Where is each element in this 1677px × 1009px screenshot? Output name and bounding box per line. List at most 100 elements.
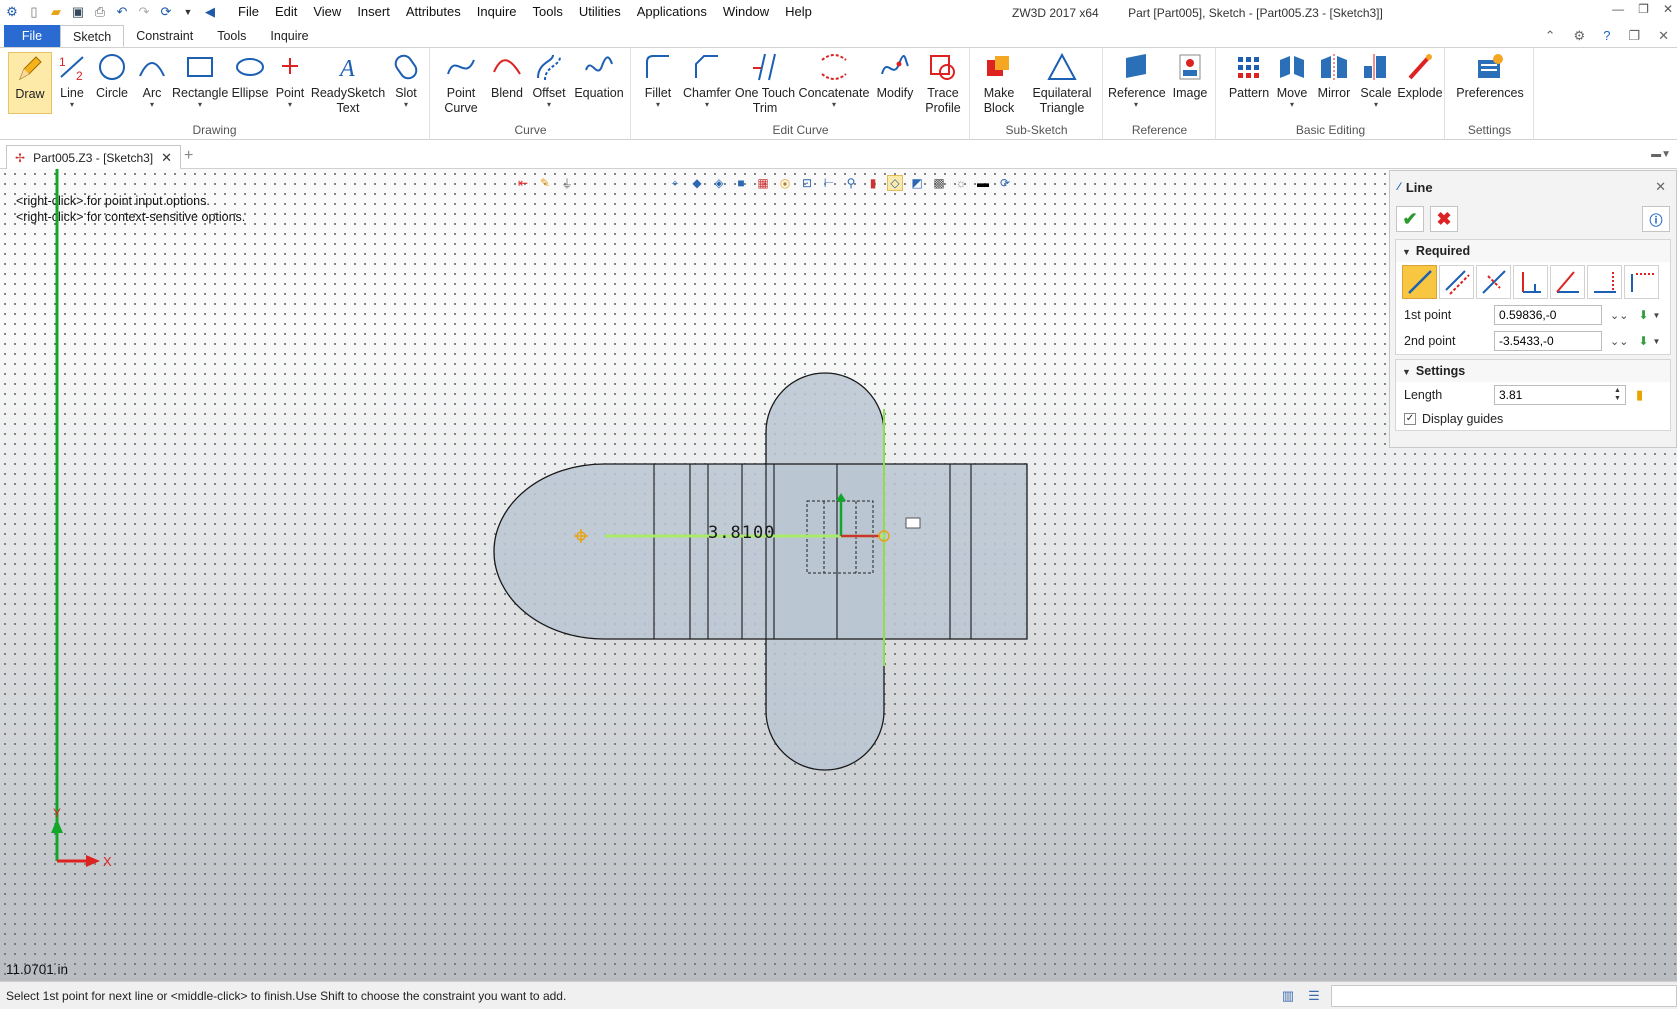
info-button[interactable]: ⓘ: [1642, 206, 1670, 232]
pick-point-icon[interactable]: ⬇: [1638, 334, 1648, 348]
blend-button[interactable]: Blend: [487, 52, 527, 101]
minimize-icon[interactable]: —: [1612, 2, 1624, 16]
close-doc-icon[interactable]: ✕: [1658, 28, 1669, 44]
clipboard-icon[interactable]: ▮: [1636, 387, 1643, 403]
length-input[interactable]: [1494, 385, 1626, 405]
menu-insert[interactable]: Insert: [349, 0, 398, 24]
explode-button[interactable]: Explode: [1397, 52, 1443, 101]
menu-tools[interactable]: Tools: [525, 0, 571, 24]
panel-action-buttons: ✔ ✖ ⓘ: [1390, 203, 1676, 235]
menu-view[interactable]: View: [305, 0, 349, 24]
help-icon[interactable]: ?: [1603, 28, 1610, 44]
second-point-input[interactable]: [1494, 331, 1602, 351]
settings-gear-icon[interactable]: ⚙: [1574, 28, 1586, 44]
menu-window[interactable]: Window: [715, 0, 777, 24]
add-tab-icon[interactable]: +: [184, 147, 193, 165]
required-section-header[interactable]: ▼ Required: [1396, 240, 1670, 262]
redo-icon[interactable]: ↷: [136, 4, 152, 20]
slot-button[interactable]: Slot ▾: [388, 52, 424, 109]
layout-icon[interactable]: ▥: [1279, 987, 1297, 1005]
expand-icon[interactable]: ⌄⌄: [1610, 309, 1628, 322]
preferences-button[interactable]: Preferences: [1450, 52, 1530, 101]
pattern-button[interactable]: Pattern: [1227, 52, 1271, 101]
trace-profile-button[interactable]: Trace Profile: [920, 52, 966, 116]
display-guides-checkbox[interactable]: ✓: [1404, 413, 1416, 425]
print-icon[interactable]: ⎙: [92, 4, 108, 20]
readysketch-text-button[interactable]: A ReadySketch Text: [310, 52, 386, 116]
rectangle-button[interactable]: Rectangle ▾: [172, 52, 228, 109]
refresh-icon[interactable]: ⟳: [158, 4, 174, 20]
doc-tab-part005[interactable]: ✢ Part005.Z3 - [Sketch3] ✕: [6, 145, 182, 169]
ok-button[interactable]: ✔: [1396, 206, 1424, 232]
restore-icon[interactable]: ❐: [1628, 28, 1640, 44]
app-logo-icon[interactable]: ⚙: [4, 4, 20, 20]
one-touch-trim-button[interactable]: One Touch Trim: [734, 52, 796, 116]
list-icon[interactable]: ☰: [1305, 987, 1323, 1005]
ellipse-button[interactable]: Ellipse: [230, 52, 270, 101]
back-icon[interactable]: ◀: [202, 4, 218, 20]
line-mode-dotted[interactable]: [1624, 265, 1659, 299]
cancel-button[interactable]: ✖: [1430, 206, 1458, 232]
dropdown-arrow-icon[interactable]: ▼: [1653, 337, 1661, 346]
image-button[interactable]: Image: [1168, 52, 1212, 101]
close-icon[interactable]: ✕: [1663, 2, 1673, 16]
pick-point-icon[interactable]: ⬇: [1638, 308, 1648, 322]
first-point-input[interactable]: [1494, 305, 1602, 325]
modify-button[interactable]: Modify: [872, 52, 918, 101]
line-mode-perpendicular[interactable]: [1476, 265, 1511, 299]
fillet-button[interactable]: Fillet ▾: [636, 52, 680, 109]
point-button[interactable]: Point ▾: [272, 52, 308, 109]
circle-button[interactable]: Circle: [92, 52, 132, 101]
line-button[interactable]: 12 Line ▾: [54, 52, 90, 109]
menu-applications[interactable]: Applications: [629, 0, 715, 24]
concatenate-button[interactable]: Concatenate ▾: [798, 52, 870, 109]
offset-button[interactable]: Offset ▾: [529, 52, 569, 109]
save-icon[interactable]: ▣: [70, 4, 86, 20]
line-mode-two-point[interactable]: [1402, 265, 1437, 299]
arc-button[interactable]: Arc ▾: [134, 52, 170, 109]
expand-icon[interactable]: ⌄⌄: [1610, 335, 1628, 348]
ellipse-icon: [236, 58, 264, 76]
command-input[interactable]: [1331, 985, 1677, 1007]
collapse-ribbon-icon[interactable]: ⌃: [1545, 28, 1556, 44]
make-block-button[interactable]: Make Block: [977, 52, 1021, 116]
line-mode-angle[interactable]: [1550, 265, 1585, 299]
equilateral-triangle-button[interactable]: Equilateral Triangle: [1027, 52, 1097, 116]
tab-file[interactable]: File: [4, 25, 60, 47]
menu-help[interactable]: Help: [777, 0, 820, 24]
tab-sketch[interactable]: Sketch: [60, 25, 125, 47]
panel-close-icon[interactable]: ✕: [1655, 179, 1666, 195]
xy-axis-triad: Y X: [51, 169, 112, 869]
point-curve-button[interactable]: Point Curve: [439, 52, 483, 116]
length-spinner-icon[interactable]: ▲ ▼: [1614, 387, 1621, 403]
reference-button[interactable]: Reference ▾: [1108, 52, 1166, 109]
undo-icon[interactable]: ↶: [114, 4, 130, 20]
move-button[interactable]: Move ▾: [1273, 52, 1311, 109]
new-file-icon[interactable]: ▯: [26, 4, 42, 20]
tab-constraint[interactable]: Constraint: [124, 25, 205, 47]
tab-list-dropdown-icon[interactable]: ▬▼: [1651, 149, 1671, 160]
close-tab-icon[interactable]: ✕: [161, 147, 172, 169]
line-mode-bisector[interactable]: [1587, 265, 1622, 299]
chamfer-button[interactable]: Chamfer ▾: [682, 52, 732, 109]
line-mode-horizontal-vertical[interactable]: [1513, 265, 1548, 299]
menu-file[interactable]: File: [230, 0, 267, 24]
equation-button[interactable]: Equation: [571, 52, 627, 101]
line-mode-parallel[interactable]: [1439, 265, 1474, 299]
tab-inquire[interactable]: Inquire: [258, 25, 320, 47]
panel-header: ⁄ Line ✕: [1390, 171, 1676, 203]
dropdown-arrow-icon[interactable]: ▼: [1653, 311, 1661, 320]
tab-tools[interactable]: Tools: [205, 25, 258, 47]
scale-button[interactable]: Scale ▾: [1357, 52, 1395, 109]
open-folder-icon[interactable]: ▰: [48, 4, 64, 20]
settings-section-header[interactable]: ▼ Settings: [1396, 360, 1670, 382]
menu-utilities[interactable]: Utilities: [571, 0, 629, 24]
restore-icon[interactable]: ❐: [1638, 2, 1649, 16]
draw-button[interactable]: Draw: [8, 52, 52, 114]
menu-edit[interactable]: Edit: [267, 0, 305, 24]
group-label-settings: Settings: [1467, 123, 1512, 137]
menu-inquire[interactable]: Inquire: [469, 0, 525, 24]
menu-attributes[interactable]: Attributes: [398, 0, 469, 24]
dropdown-icon[interactable]: ▼: [180, 4, 196, 20]
mirror-button[interactable]: Mirror: [1313, 52, 1355, 101]
